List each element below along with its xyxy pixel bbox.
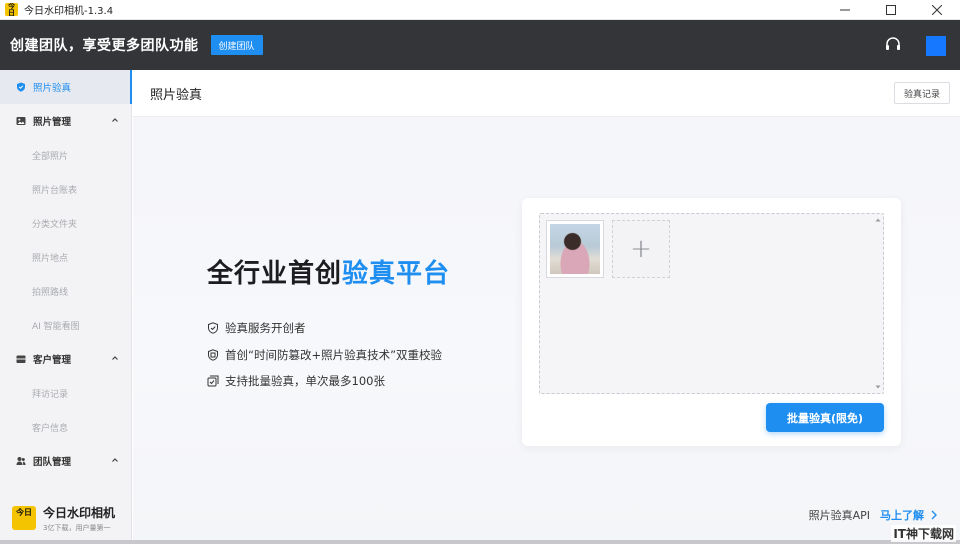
chevron-up-icon [112,356,118,360]
main-content: 照片验真 验真记录 全行业首创验真平台 验真服务开创者 首创“时间防篡改+照片验… [133,70,960,544]
chevron-right-icon [931,510,937,520]
image-icon [16,116,26,126]
feature-text: 验真服务开创者 [225,321,306,335]
photo-image [550,224,600,274]
api-link[interactable]: 照片验真API 马上了解 [809,507,938,523]
scroll-down-icon[interactable] [875,384,881,390]
chevron-up-icon [112,458,118,462]
page-header: 照片验真 验真记录 [133,70,960,117]
maximize-icon [886,5,896,15]
title-bar: 今日 今日水印相机-1.3.4 [0,0,960,20]
sidebar-item-all-photos[interactable]: 全部照片 [0,138,131,172]
app-logo-icon: 今日 [5,3,18,16]
sidebar-item-photo-ledger[interactable]: 照片台账表 [0,172,131,206]
sidebar-group-label: 团队管理 [33,457,72,468]
sidebar-item-photo-route[interactable]: 拍照路线 [0,274,131,308]
sidebar-item-customer-info[interactable]: 客户信息 [0,410,131,444]
shield-check-icon [208,322,218,334]
sidebar-group-team-manage[interactable]: 团队管理 [0,444,131,478]
batch-verify-button[interactable]: 批量验真(限免) [766,403,884,432]
headset-icon[interactable] [884,36,902,54]
feature-item: 支持批量验真，单次最多100张 [207,373,385,389]
sidebar-item-label: 照片验真 [33,83,72,94]
upload-dropzone[interactable]: + [539,213,884,394]
sidebar-group-label: 客户管理 [33,355,72,366]
minimize-button[interactable] [822,0,868,20]
top-header: 创建团队，享受更多团队功能 创建团队 [0,20,960,70]
watermark: IT神下载网 [891,525,956,542]
sidebar-group-photo-manage[interactable]: 照片管理 [0,104,131,138]
feature-item: 首创“时间防篡改+照片验真技术”双重校验 [207,347,442,363]
window-title: 今日水印相机-1.3.4 [24,6,114,17]
team-promo-text: 创建团队，享受更多团队功能 [10,38,199,54]
close-button[interactable] [914,0,960,20]
plus-icon: + [630,234,652,264]
sidebar-group-customer-manage[interactable]: 客户管理 [0,342,131,376]
sidebar-item-photo-verify[interactable]: 照片验真 [0,70,132,104]
close-icon [932,5,942,15]
scroll-up-icon[interactable] [875,217,881,223]
chevron-up-icon [112,118,118,122]
api-label: 照片验真API [808,509,870,522]
inbox-icon [16,354,26,364]
hero-title-accent: 验真平台 [342,259,451,289]
sidebar-group-label: 照片管理 [33,117,72,128]
feature-text: 支持批量验真，单次最多100张 [225,374,385,388]
hero-title-prefix: 全行业首创 [207,259,343,289]
minimize-icon [840,9,850,11]
sidebar: 照片验真 照片管理 全部照片 照片台账表 分类文件夹 照片地点 拍照路线 AI … [0,70,132,540]
team-icon [16,456,26,466]
batch-icon [207,375,219,387]
create-team-button[interactable]: 创建团队 [210,35,263,55]
verify-records-button[interactable]: 验真记录 [893,82,950,104]
shield-icon [16,82,26,92]
sidebar-item-photo-locations[interactable]: 照片地点 [0,240,131,274]
avatar[interactable] [926,36,946,56]
page-title: 照片验真 [150,87,203,103]
sidebar-item-ai-viewer[interactable]: AI 智能看图 [0,308,131,342]
brand-name: 今日水印相机 [43,505,116,520]
window-controls [822,0,960,20]
maximize-button[interactable] [868,0,914,20]
badge-icon [208,349,218,361]
sidebar-item-visit-records[interactable]: 拜访记录 [0,376,131,410]
feature-text: 首创“时间防篡改+照片验真技术”双重校验 [225,348,443,362]
sidebar-item-category-folders[interactable]: 分类文件夹 [0,206,131,240]
learn-more-link[interactable]: 马上了解 [880,507,924,523]
upload-card: + 批量验真(限免) [522,198,901,446]
horizontal-scrollbar[interactable] [0,540,960,544]
brand-footer: 今日 今日水印相机 3亿下载，用户量第一 [0,496,132,540]
photo-thumbnail[interactable] [546,220,604,278]
brand-tagline: 3亿下载，用户量第一 [43,523,111,532]
hero-title: 全行业首创验真平台 [207,253,450,290]
brand-logo-icon: 今日 [12,506,36,530]
feature-item: 验真服务开创者 [207,320,306,336]
add-photo-button[interactable]: + [612,220,670,278]
